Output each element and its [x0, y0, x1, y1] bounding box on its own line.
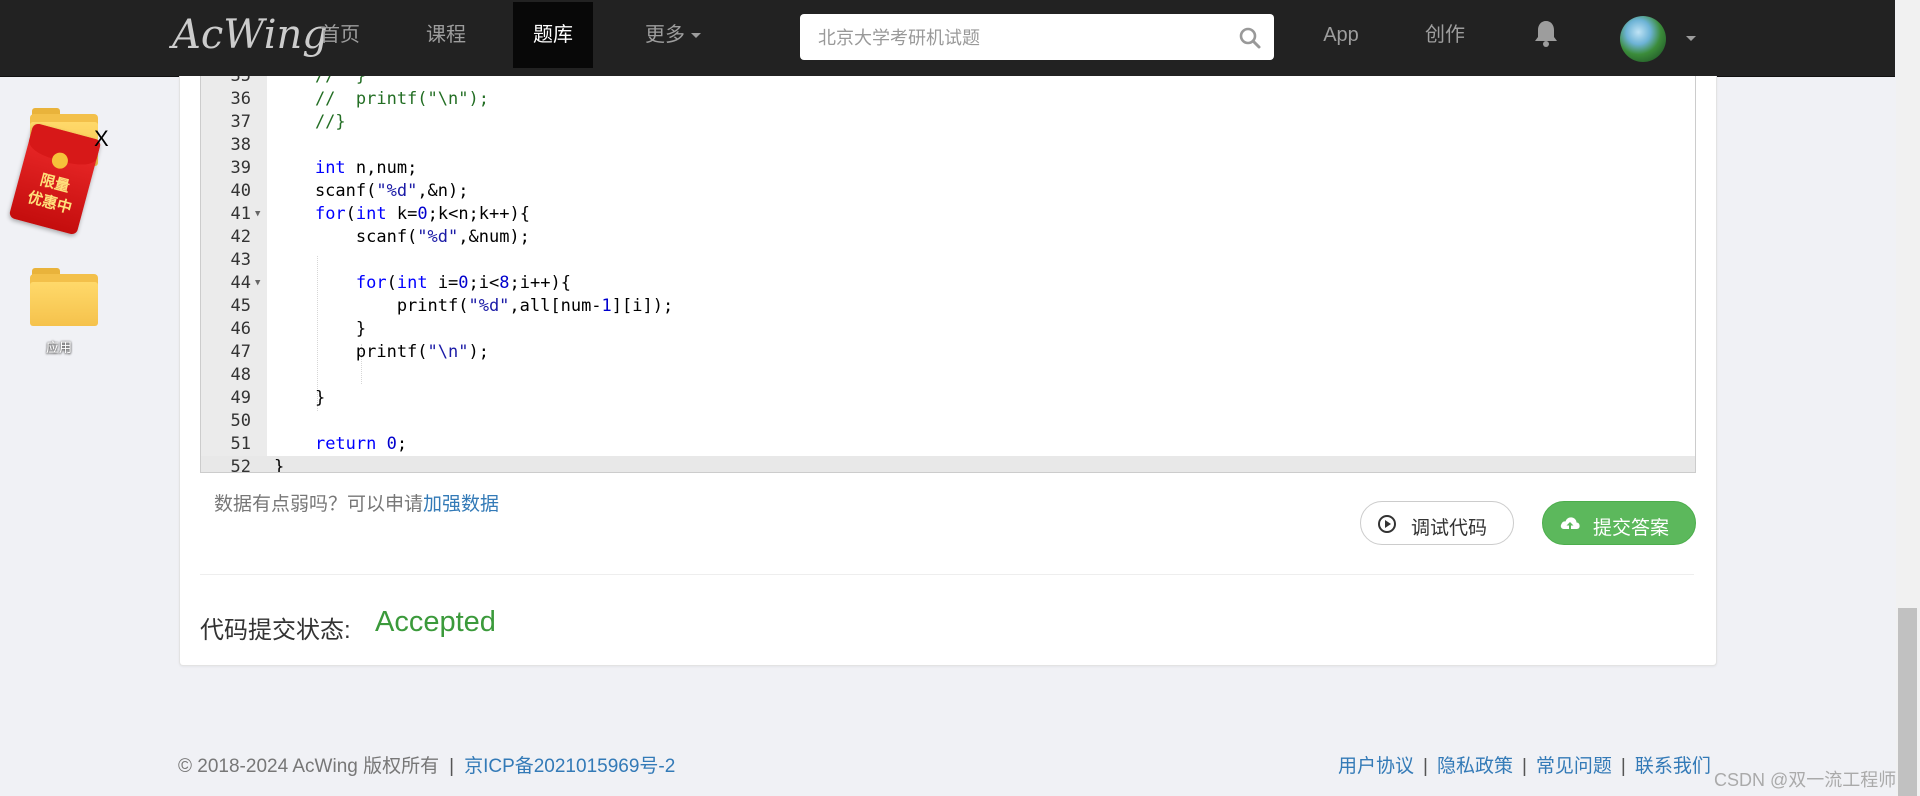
code-line: 35 // }: [230, 76, 367, 86]
code-line: 49 }: [230, 388, 326, 408]
nav-problems[interactable]: 题库: [513, 2, 593, 68]
code-line: 39 int n,num;: [230, 158, 418, 178]
cloud-upload-icon: [1560, 517, 1580, 530]
code-line: 38: [230, 135, 251, 155]
code-line: 41 ▼ for(int k=0;k<n;k++){: [230, 203, 530, 226]
divider: [200, 574, 1694, 575]
code-line: 47 printf("\n");: [230, 342, 489, 362]
footer-copyright: © 2018-2024 AcWing 版权所有 | 京ICP备2021015969号…: [178, 756, 676, 777]
nav-app[interactable]: App: [1318, 0, 1364, 70]
caret-down-icon: [691, 33, 701, 39]
code-line: 44 ▼ for(int i=0;i<8;i++){: [230, 272, 571, 295]
code-line: 37 //}: [230, 112, 346, 132]
folder-icon[interactable]: [30, 268, 100, 326]
strengthen-data-link[interactable]: 加强数据: [423, 494, 499, 515]
nav-more[interactable]: 更多: [631, 0, 715, 70]
close-icon[interactable]: X: [94, 126, 109, 152]
footer-link-terms[interactable]: 用户协议: [1338, 756, 1414, 777]
top-navbar: AcWing 首页 课程 题库 更多 App 创作: [0, 0, 1895, 77]
footer-link-faq[interactable]: 常见问题: [1536, 756, 1612, 777]
footer-link-privacy[interactable]: 隐私政策: [1437, 756, 1513, 777]
red-packet-icon[interactable]: 限量 优惠中: [8, 122, 102, 236]
code-line: 36 // printf("\n");: [230, 89, 489, 109]
submit-answer-button[interactable]: 提交答案: [1542, 501, 1696, 545]
search-input[interactable]: [816, 14, 1230, 62]
code-line: 40 scanf("%d",&n);: [230, 181, 469, 201]
nav-home[interactable]: 首页: [300, 0, 380, 70]
avatar[interactable]: [1620, 16, 1666, 62]
nav-more-label: 更多: [645, 24, 685, 46]
debug-code-button[interactable]: 调试代码: [1360, 501, 1514, 545]
icp-link[interactable]: 京ICP备2021015969号-2: [464, 756, 675, 777]
search-box: [800, 14, 1274, 62]
submit-status-label: 代码提交状态:: [200, 617, 351, 644]
code-line: 42 scanf("%d",&num);: [230, 227, 530, 247]
code-line: 48: [230, 365, 251, 385]
code-line: 51 return 0;: [230, 434, 408, 454]
avatar-caret-icon[interactable]: [1686, 36, 1696, 41]
nav-create[interactable]: 创作: [1422, 0, 1468, 70]
watermark: CSDN @双一流工程师: [1714, 770, 1897, 790]
submit-status-value: Accepted: [375, 606, 496, 638]
play-circle-icon: [1378, 515, 1396, 533]
footer-links: 用户协议 | 隐私政策 | 常见问题 | 联系我们: [1338, 756, 1711, 777]
code-line: 46 }: [230, 319, 367, 339]
search-icon[interactable]: [1238, 26, 1262, 50]
fold-arrow-icon[interactable]: ▼: [255, 272, 260, 295]
data-hint: 数据有点弱吗？可以申请加强数据: [214, 494, 500, 515]
bell-icon[interactable]: [1533, 19, 1559, 47]
code-line-current: 52}: [201, 456, 1695, 472]
folder-label: 应用: [46, 340, 73, 355]
scrollbar-thumb[interactable]: [1898, 608, 1917, 796]
fold-arrow-icon[interactable]: ▼: [255, 203, 260, 226]
code-line: 50: [230, 411, 251, 431]
footer-link-contact[interactable]: 联系我们: [1635, 756, 1711, 777]
code-line: 43: [230, 250, 251, 270]
code-editor[interactable]: 35 // } 36 // printf("\n"); 37 //} 38 39…: [200, 76, 1696, 473]
code-line: 45 printf("%d",all[num-1][i]);: [230, 296, 674, 316]
main-panel: 35 // } 36 // printf("\n"); 37 //} 38 39…: [179, 76, 1717, 666]
nav-courses[interactable]: 课程: [406, 0, 486, 70]
red-packet-text: 限量 优惠中: [25, 171, 74, 217]
